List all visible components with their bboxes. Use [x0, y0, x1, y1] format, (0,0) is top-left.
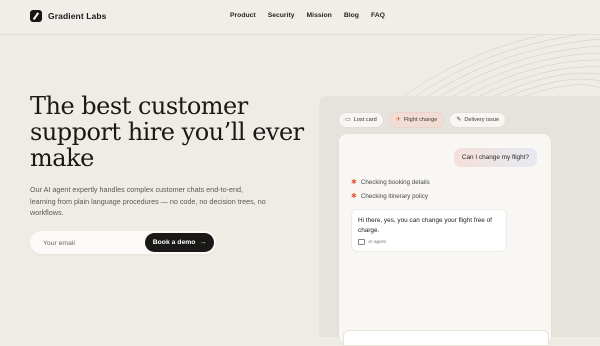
nav-links: Product Security Mission Blog FAQ — [230, 12, 385, 19]
agent-message-text: Hi there, yes, you can change your fligh… — [358, 217, 492, 234]
chat-icon — [358, 239, 365, 245]
logo-mark-icon — [30, 10, 42, 22]
brand-name: Gradient Labs — [48, 11, 107, 21]
book-demo-label: Book a demo — [152, 239, 196, 246]
sparkle-icon: ✱ — [351, 193, 357, 200]
card-icon: ▭ — [345, 117, 351, 123]
tab-flight-change[interactable]: ✈ Flight change — [388, 112, 445, 128]
email-input[interactable] — [41, 236, 145, 251]
agent-tag: AI agent — [358, 239, 386, 245]
nav-link-product[interactable]: Product — [230, 12, 256, 19]
user-message-bubble: Can I change my flight? — [453, 148, 537, 167]
arrow-right-icon: → — [199, 239, 207, 246]
nav-link-security[interactable]: Security — [268, 12, 295, 19]
tab-lost-card[interactable]: ▭ Lost card — [338, 112, 384, 128]
plane-icon: ✈ — [395, 117, 401, 123]
step-label: Checking itinerary policy — [360, 192, 428, 200]
chat-window: Can I change my flight? ✱ Checking booki… — [339, 134, 551, 346]
agent-tag-label: AI agent — [368, 239, 386, 245]
agent-step: ✱ Checking itinerary policy — [351, 192, 428, 201]
brand-logo[interactable]: Gradient Labs — [30, 10, 106, 22]
wrench-icon: ✎ — [456, 117, 462, 123]
tab-delivery-issue[interactable]: ✎ Delivery issue — [449, 112, 507, 128]
nav-link-blog[interactable]: Blog — [344, 12, 359, 19]
hero-description: Our AI agent expertly handles complex cu… — [30, 185, 266, 217]
email-signup-form: Book a demo → — [30, 231, 216, 254]
sparkle-icon: ✱ — [351, 179, 357, 186]
nav-link-mission[interactable]: Mission — [307, 12, 332, 19]
book-demo-button[interactable]: Book a demo → — [145, 233, 214, 252]
message-composer[interactable] — [343, 330, 549, 346]
tab-label: Lost card — [353, 117, 377, 123]
agent-message-card: Hi there, yes, you can change your fligh… — [351, 209, 507, 252]
step-label: Checking booking details — [360, 178, 430, 186]
scenario-tabs: ▭ Lost card ✈ Flight change ✎ Delivery i… — [338, 112, 507, 128]
agent-step: ✱ Checking booking details — [351, 178, 430, 187]
nav-link-faq[interactable]: FAQ — [371, 12, 385, 19]
tab-label: Delivery issue — [464, 117, 500, 123]
tab-label: Flight change — [403, 117, 438, 123]
hero-headline: The best customer support hire you’ll ev… — [30, 92, 304, 172]
